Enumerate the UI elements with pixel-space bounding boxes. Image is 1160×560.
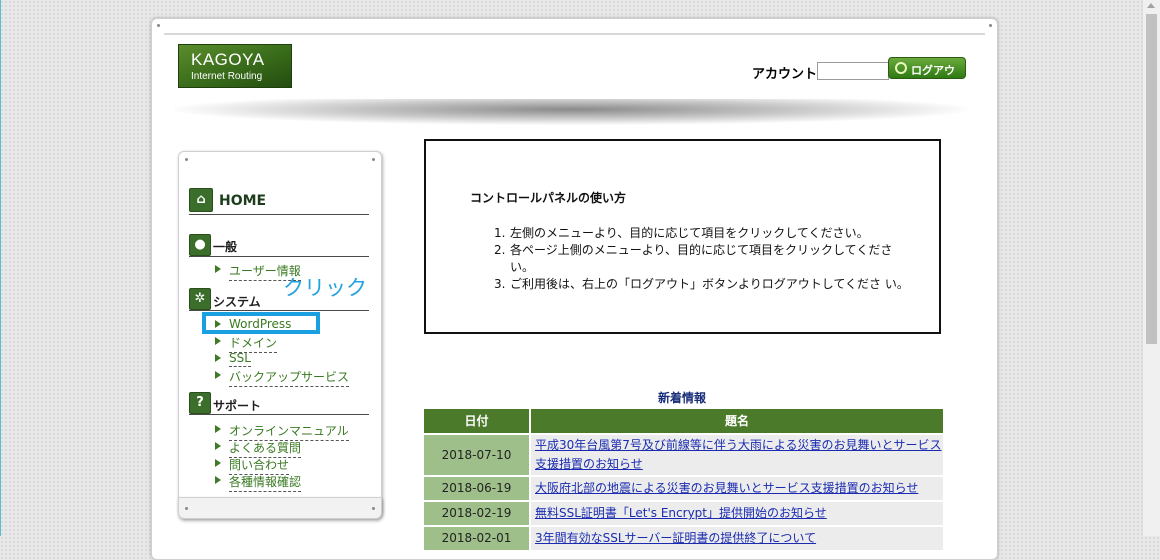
news-table-header: 日付 題名 — [424, 409, 943, 433]
kagoya-logo[interactable]: KAGOYA Internet Routing — [178, 44, 292, 88]
corner-dot — [185, 507, 188, 510]
arrow-right-icon — [215, 442, 221, 450]
news-title-cell: 無料SSL証明書「Let's Encrypt」提供開始のお知らせ — [531, 502, 943, 525]
sidebar-section-label: システム — [213, 295, 261, 309]
news-title: 新着情報 — [658, 391, 707, 405]
gear-icon: ✲ — [189, 288, 211, 310]
news-date: 2018-02-19 — [424, 502, 529, 525]
table-row: 2018-06-19 大阪府北部の地震による災害のお見舞いとサービス支援措置のお… — [424, 477, 943, 500]
logo-subtext: Internet Routing — [191, 71, 263, 82]
logout-button[interactable]: ログアウト — [888, 57, 966, 93]
person-icon: ● — [189, 234, 211, 256]
table-row: 2018-02-01 3年間有効なSSLサーバー証明書の提供終了について — [424, 527, 943, 550]
news-date: 2018-02-01 — [424, 527, 529, 550]
logout-button-label: ログアウト — [911, 64, 955, 93]
news-date: 2018-06-19 — [424, 477, 529, 500]
account-input[interactable] — [817, 62, 889, 80]
cp-title: コントロールパネルの使い方 — [470, 191, 627, 205]
corner-dot — [372, 507, 375, 510]
logo-text: KAGOYA — [191, 50, 265, 69]
arrow-right-icon — [215, 265, 221, 273]
header-shadow — [174, 99, 969, 125]
scrollbar-thumb[interactable] — [1146, 14, 1157, 344]
news-link[interactable]: 平成30年台風第7号及び前線等に伴う大雨による災害のお見舞いとサービス支援措置の… — [531, 436, 943, 474]
news-date: 2018-07-10 — [424, 435, 529, 475]
arrow-right-icon — [215, 371, 221, 379]
corner-dot — [157, 24, 160, 27]
divider — [164, 33, 985, 35]
arrow-right-icon — [215, 425, 221, 433]
sidebar-section-general: ● 一般 — [189, 234, 369, 257]
corner-dot — [372, 158, 375, 161]
home-icon: ⌂ — [189, 188, 213, 212]
arrow-right-icon — [215, 459, 221, 467]
corner-dot — [989, 24, 992, 27]
table-row: 2018-07-10 平成30年台風第7号及び前線等に伴う大雨による災害のお見舞… — [424, 435, 943, 475]
click-annotation: クリック — [283, 276, 367, 300]
sidebar-home[interactable]: ⌂ HOME — [189, 188, 369, 215]
news-link[interactable]: 3年間有効なSSLサーバー証明書の提供終了について — [531, 527, 943, 550]
cp-steps: 1. 左側のメニューより、目的に応じて項目をクリックしてください。 2. 各ページ上… — [494, 225, 910, 293]
cp-step: 1. 左側のメニューより、目的に応じて項目をクリックしてください。 — [494, 226, 869, 240]
cp-step: 3. ご利用後は、右上の「ログアウト」ボタンよりログアウトしてくださ い。 — [494, 277, 909, 291]
control-panel-instructions: コントロールパネルの使い方 1. 左側のメニューより、目的に応じて項目をクリックし… — [424, 139, 941, 334]
news-title-cell: 平成30年台風第7号及び前線等に伴う大雨による災害のお見舞いとサービス支援措置の… — [531, 435, 943, 475]
sidebar: ⌂ HOME ● 一般 ユーザー情報 ✲ システム WordPress ドメイン… — [178, 151, 382, 517]
column-header-title: 題名 — [531, 409, 943, 433]
account-label: アカウント: — [752, 67, 823, 82]
sidebar-footer — [178, 497, 382, 519]
news-link[interactable]: 大阪府北部の地震による災害のお見舞いとサービス支援措置のお知らせ — [531, 477, 943, 500]
page-container: KAGOYA Internet Routing アカウント: ログアウト ⌂ H… — [151, 18, 998, 560]
arrow-right-icon — [215, 354, 221, 362]
column-header-date: 日付 — [424, 409, 529, 433]
corner-dot — [185, 158, 188, 161]
vertical-scrollbar[interactable] — [1142, 0, 1160, 536]
wordpress-highlight-box — [202, 312, 320, 334]
news-link[interactable]: 無料SSL証明書「Let's Encrypt」提供開始のお知らせ — [531, 502, 943, 525]
magnifier-icon — [895, 62, 907, 74]
news-title-cell: 大阪府北部の地震による災害のお見舞いとサービス支援措置のお知らせ — [531, 477, 943, 500]
table-row: 2018-02-19 無料SSL証明書「Let's Encrypt」提供開始のお… — [424, 502, 943, 525]
news-title-cell: 3年間有効なSSLサーバー証明書の提供終了について — [531, 527, 943, 550]
help-icon: ? — [189, 392, 211, 414]
sidebar-home-label: HOME — [219, 193, 267, 209]
arrow-right-icon — [215, 476, 221, 484]
cp-step: 2. 各ページ上側のメニューより、目的に応じて項目をクリックしてくださ い。 — [494, 243, 893, 274]
sidebar-section-label: サポート — [213, 399, 262, 413]
sidebar-section-label: 一般 — [213, 240, 238, 254]
sidebar-section-support: ? サポート — [189, 392, 369, 415]
scroll-up-arrow-icon[interactable] — [1147, 3, 1155, 8]
arrow-right-icon — [215, 337, 221, 345]
